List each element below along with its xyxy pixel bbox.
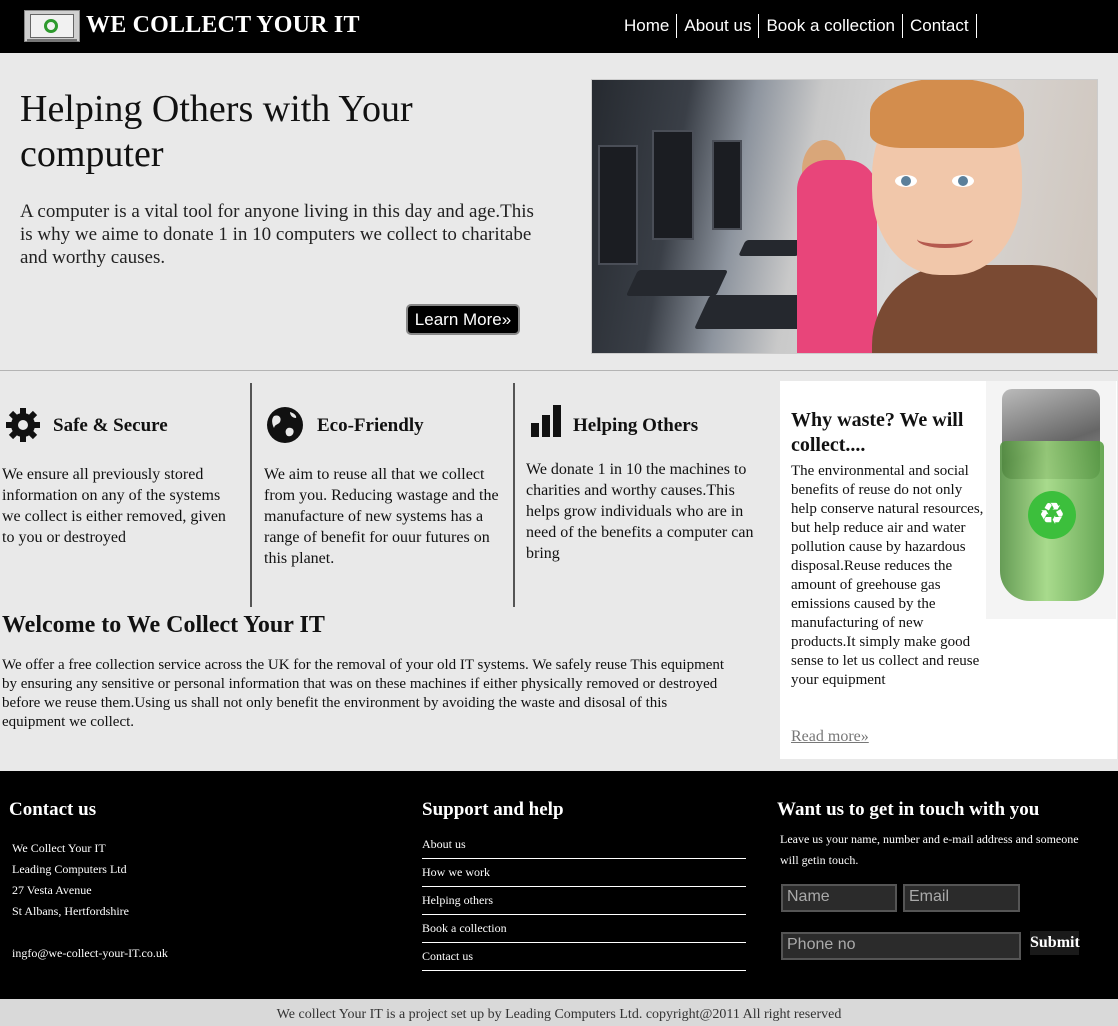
contact-line: 27 Vesta Avenue bbox=[12, 883, 92, 897]
feature-eco-friendly: Eco-Friendly We aim to reuse all that we… bbox=[252, 383, 515, 607]
footer-link-about-us[interactable]: About us bbox=[422, 831, 746, 859]
feature-title: Helping Others bbox=[573, 415, 699, 436]
nav-contact[interactable]: Contact bbox=[903, 14, 977, 38]
footer-link-helping-others[interactable]: Helping others bbox=[422, 887, 746, 915]
contact-details: We Collect Your IT Leading Computers Ltd… bbox=[12, 838, 168, 964]
contact-us-heading: Contact us bbox=[9, 799, 97, 820]
support-links: About us How we work Helping others Book… bbox=[422, 831, 746, 971]
nav-about-us[interactable]: About us bbox=[677, 14, 760, 38]
support-heading: Support and help bbox=[422, 799, 564, 820]
get-in-touch-heading: Want us to get in touch with you bbox=[777, 799, 1040, 820]
feature-title: Safe & Secure bbox=[53, 415, 168, 436]
footer-link-contact-us[interactable]: Contact us bbox=[422, 943, 746, 971]
feature-safe-secure: Safe & Secure We ensure all previously s… bbox=[0, 383, 252, 607]
aside-title: Why waste? We will collect.... bbox=[791, 409, 964, 456]
phone-input[interactable]: Phone no bbox=[781, 932, 1021, 960]
footer-link-how-we-work[interactable]: How we work bbox=[422, 859, 746, 887]
copyright-bar: We collect Your IT is a project set up b… bbox=[0, 999, 1118, 1026]
why-waste-panel: ♻ Why waste? We will collect.... The env… bbox=[780, 381, 1117, 759]
site-footer: Contact us We Collect Your IT Leading Co… bbox=[0, 771, 1118, 999]
get-in-touch-text: Leave us your name, number and e-mail ad… bbox=[780, 832, 1079, 867]
contact-line: St Albans, Hertfordshire bbox=[12, 904, 129, 918]
contact-line: Leading Computers Ltd bbox=[12, 862, 127, 876]
footer-link-book-collection[interactable]: Book a collection bbox=[422, 915, 746, 943]
submit-button[interactable]: Submit bbox=[1030, 931, 1080, 955]
read-more-link[interactable]: Read more» bbox=[791, 728, 869, 746]
main-nav: Home About us Book a collection Contact bbox=[616, 14, 977, 38]
contact-email[interactable]: ingfo@we-collect-your-IT.co.uk bbox=[12, 943, 168, 964]
learn-more-button[interactable]: Learn More» bbox=[406, 304, 520, 335]
recycle-icon: ♻ bbox=[1028, 491, 1076, 539]
welcome-text: We offer a free collection service acros… bbox=[2, 657, 725, 730]
laptop-logo-icon[interactable] bbox=[24, 10, 80, 42]
nav-home[interactable]: Home bbox=[616, 14, 678, 38]
feature-text: We donate 1 in 10 the machines to charit… bbox=[526, 461, 754, 562]
feature-helping-others: Helping Others We donate 1 in 10 the mac… bbox=[515, 383, 775, 607]
brand-title[interactable]: WE COLLECT YOUR IT bbox=[86, 12, 360, 39]
welcome-title: Welcome to We Collect Your IT bbox=[2, 612, 325, 638]
recycle-bin-image: ♻ bbox=[986, 381, 1116, 619]
nav-book-collection[interactable]: Book a collection bbox=[759, 14, 903, 38]
site-header: WE COLLECT YOUR IT Home About us Book a … bbox=[0, 0, 1118, 53]
hero-photo bbox=[591, 79, 1098, 354]
hero-section: Helping Others with Your computer A comp… bbox=[0, 53, 1118, 371]
hero-text: A computer is a vital tool for anyone li… bbox=[20, 201, 534, 268]
bar-chart-icon bbox=[531, 405, 561, 437]
contact-line bbox=[12, 922, 168, 943]
aside-text: The environmental and social benefits of… bbox=[791, 463, 984, 688]
email-input[interactable]: Email bbox=[903, 884, 1020, 912]
feature-title: Eco-Friendly bbox=[317, 415, 424, 436]
globe-icon bbox=[267, 407, 303, 443]
name-input[interactable]: Name bbox=[781, 884, 897, 912]
feature-text: We ensure all previously stored informat… bbox=[2, 466, 226, 546]
contact-line: We Collect Your IT bbox=[12, 841, 106, 855]
feature-text: We aim to reuse all that we collect from… bbox=[264, 466, 499, 567]
gear-icon bbox=[6, 408, 40, 442]
hero-title: Helping Others with Your computer bbox=[20, 88, 413, 175]
